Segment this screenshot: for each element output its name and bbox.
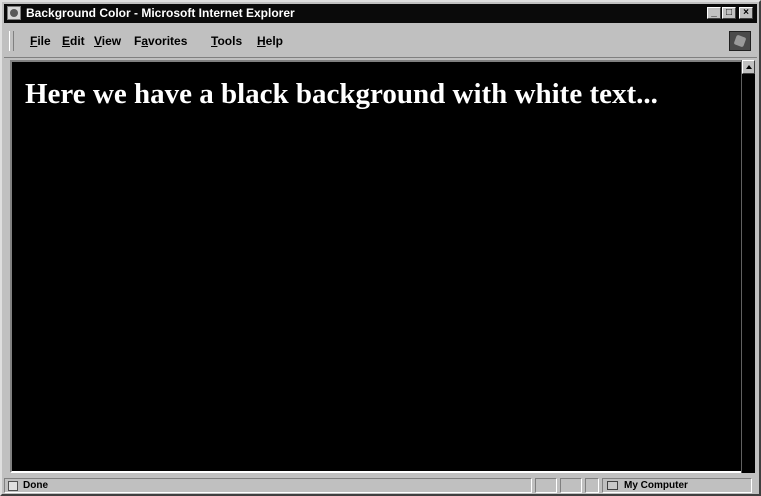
computer-icon [607, 481, 618, 490]
page-done-icon [8, 481, 18, 491]
menu-edit[interactable]: Edit [62, 34, 85, 48]
zone-text: My Computer [624, 480, 688, 491]
maximize-button[interactable]: □ [722, 7, 736, 19]
menu-tools[interactable]: Tools [211, 34, 242, 48]
browser-window: Background Color - Microsoft Internet Ex… [0, 0, 761, 496]
menu-bar: File Edit View Favorites Tools Help [4, 25, 757, 58]
minimize-button[interactable]: _ [707, 7, 721, 19]
ie-page-icon[interactable] [7, 6, 21, 20]
status-progress-panel [535, 478, 557, 493]
zone-panel: My Computer [602, 478, 752, 493]
page-content: Here we have a black background with whi… [10, 60, 747, 473]
windows-logo-icon [729, 31, 751, 51]
status-lock-panel [585, 478, 599, 493]
toolbar-grip-handle[interactable] [9, 31, 14, 51]
menu-view[interactable]: View [94, 34, 121, 48]
status-bar: Done My Computer [4, 477, 757, 494]
menu-help[interactable]: Help [257, 34, 283, 48]
scroll-up-arrow-icon[interactable] [742, 60, 755, 74]
status-panel: Done [4, 478, 532, 493]
title-bar[interactable]: Background Color - Microsoft Internet Ex… [4, 4, 757, 23]
status-text: Done [23, 480, 48, 491]
close-button[interactable]: × [739, 7, 753, 19]
status-blank-panel [560, 478, 582, 493]
menu-file[interactable]: File [30, 34, 51, 48]
window-title: Background Color - Microsoft Internet Ex… [26, 6, 295, 20]
page-heading: Here we have a black background with whi… [25, 78, 658, 110]
menu-favorites[interactable]: Favorites [134, 34, 187, 48]
vertical-scrollbar[interactable] [741, 60, 755, 473]
